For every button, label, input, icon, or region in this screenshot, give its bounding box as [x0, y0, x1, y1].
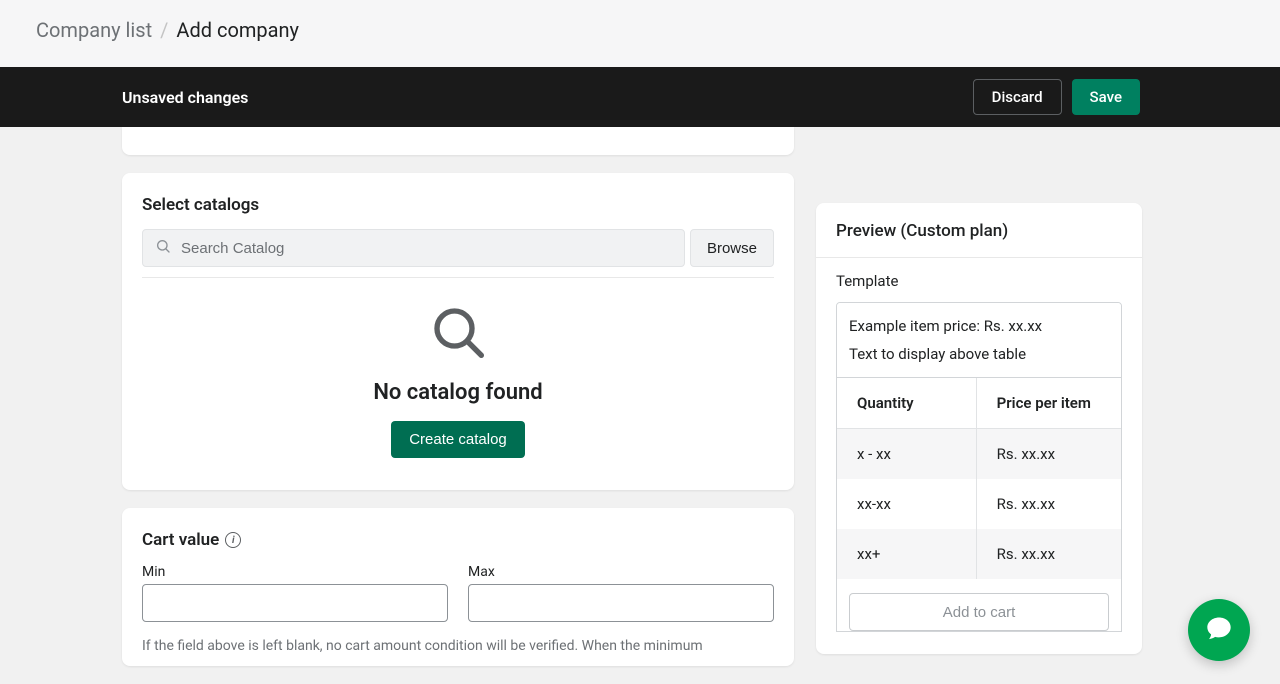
cart-value-title: Cart value — [142, 530, 219, 550]
divider — [816, 257, 1142, 258]
max-input[interactable] — [468, 584, 774, 622]
preview-title: Preview (Custom plan) — [836, 221, 1122, 241]
add-to-cart-button[interactable]: Add to cart — [849, 593, 1109, 631]
cart-value-card: Cart value i Min Max If the field above … — [122, 508, 794, 666]
unsaved-changes-bar: Unsaved changes Discard Save — [0, 67, 1280, 127]
info-icon[interactable]: i — [225, 532, 241, 548]
cell-price: Rs. xx.xx — [976, 529, 1121, 579]
table-row: x - xx Rs. xx.xx — [837, 429, 1121, 480]
unsaved-changes-label: Unsaved changes — [122, 88, 248, 107]
above-table-text: Text to display above table — [849, 345, 1109, 363]
breadcrumb-separator: / — [160, 18, 168, 42]
preview-subtitle: Template — [836, 272, 1122, 290]
cart-helper-text: If the field above is left blank, no car… — [142, 636, 774, 656]
breadcrumb-current: Add company — [176, 18, 299, 42]
min-label: Min — [142, 564, 448, 580]
select-catalogs-title: Select catalogs — [142, 195, 774, 215]
preview-table-container: Example item price: Rs. xx.xx Text to di… — [836, 302, 1122, 632]
th-price: Price per item — [976, 378, 1121, 429]
previous-card-stub — [122, 127, 794, 155]
max-label: Max — [468, 564, 774, 580]
table-row: xx-xx Rs. xx.xx — [837, 479, 1121, 529]
save-button[interactable]: Save — [1072, 79, 1140, 115]
search-icon — [155, 238, 171, 258]
th-quantity: Quantity — [837, 378, 976, 429]
cell-qty: xx-xx — [837, 479, 976, 529]
example-item-price: Example item price: Rs. xx.xx — [849, 317, 1109, 335]
search-icon — [430, 304, 486, 364]
catalog-search-input[interactable] — [181, 240, 672, 257]
divider — [142, 277, 774, 278]
chat-button[interactable] — [1188, 599, 1250, 661]
cell-price: Rs. xx.xx — [976, 429, 1121, 480]
breadcrumb: Company list / Add company — [0, 0, 1280, 67]
cell-qty: xx+ — [837, 529, 976, 579]
cell-qty: x - xx — [837, 429, 976, 480]
browse-button[interactable]: Browse — [690, 229, 774, 267]
select-catalogs-card: Select catalogs Browse — [122, 173, 794, 490]
create-catalog-button[interactable]: Create catalog — [391, 421, 525, 458]
preview-card: Preview (Custom plan) Template Example i… — [816, 203, 1142, 654]
chat-icon — [1205, 614, 1233, 646]
discard-button[interactable]: Discard — [973, 79, 1062, 115]
min-input[interactable] — [142, 584, 448, 622]
catalogs-empty-state: No catalog found Create catalog — [142, 296, 774, 462]
cell-price: Rs. xx.xx — [976, 479, 1121, 529]
catalog-search-box[interactable] — [142, 229, 685, 267]
breadcrumb-parent[interactable]: Company list — [36, 18, 152, 42]
empty-state-title: No catalog found — [373, 380, 542, 405]
price-table: Quantity Price per item x - xx Rs. xx.xx… — [837, 378, 1121, 579]
table-row: xx+ Rs. xx.xx — [837, 529, 1121, 579]
